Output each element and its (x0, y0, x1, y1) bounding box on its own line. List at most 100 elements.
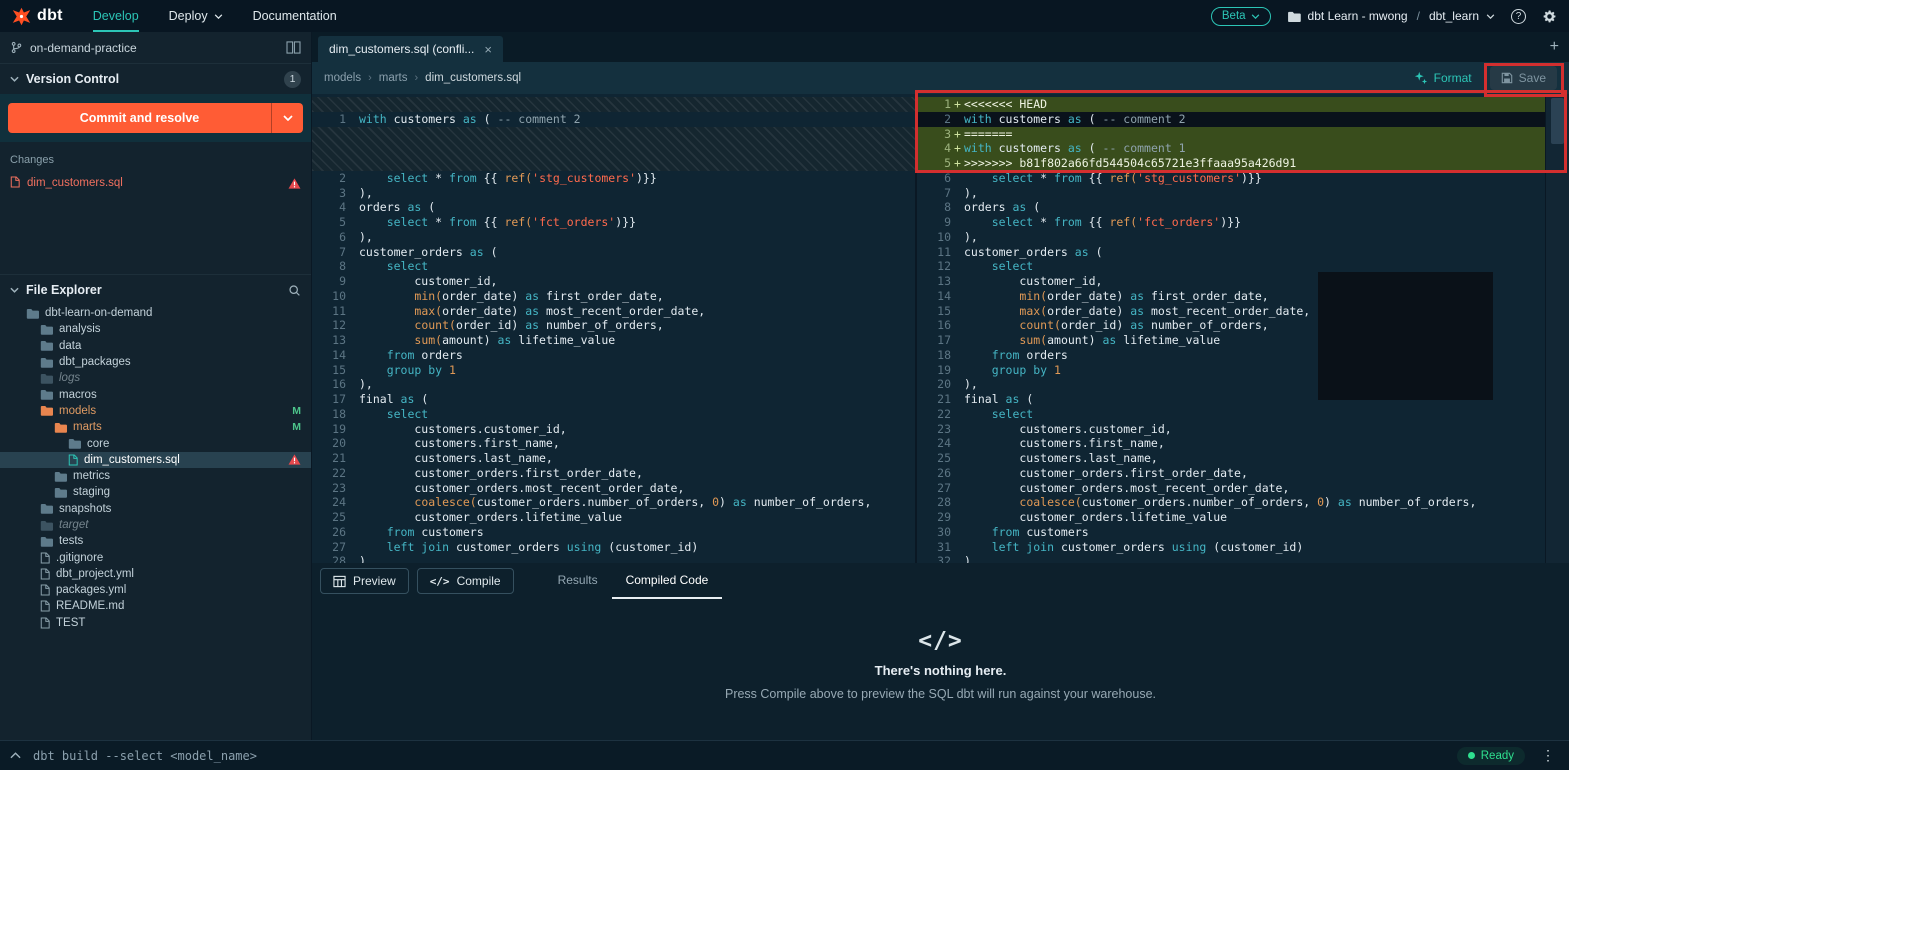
branch-name: on-demand-practice (30, 41, 137, 55)
changed-file[interactable]: dim_customers.sql (0, 172, 311, 194)
nav-develop[interactable]: Develop (93, 0, 139, 32)
conflict-warning-icon (288, 178, 301, 189)
folder-icon (54, 487, 67, 498)
commit-dropdown-caret[interactable] (271, 103, 303, 133)
dbt-logo[interactable]: dbt (12, 0, 63, 32)
project-name: dbt_learn (1429, 9, 1479, 23)
tree-item[interactable]: README.md (0, 598, 311, 614)
kebab-menu-icon[interactable]: ⋮ (1537, 747, 1559, 764)
code-line: 10 min(order_date) as first_order_date, (312, 289, 915, 304)
code-line: 1with customers as ( -- comment 2 (312, 112, 915, 127)
code-editor-left[interactable]: 1with customers as ( -- comment 22 selec… (312, 94, 915, 563)
code-line: 13 sum(amount) as lifetime_value (312, 333, 915, 348)
file-tree: dbt-learn-on-demandanalysisdatadbt_packa… (0, 305, 311, 631)
code-line: 19 customers.customer_id, (312, 422, 915, 437)
modified-badge: M (292, 405, 301, 417)
tree-item[interactable]: tests (0, 533, 311, 549)
code-line: 16), (312, 377, 915, 392)
close-icon[interactable]: × (484, 42, 492, 57)
command-input[interactable]: dbt build --select <model_name> (33, 749, 1445, 763)
tree-item[interactable]: packages.yml (0, 582, 311, 598)
code-line: 5 select * from {{ ref('fct_orders')}} (312, 215, 915, 230)
code-line: 29 customer_orders.lifetime_value (917, 510, 1545, 525)
gear-icon[interactable] (1542, 9, 1557, 24)
tree-item[interactable]: metrics (0, 468, 311, 484)
commit-and-resolve-button[interactable]: Commit and resolve (8, 103, 303, 133)
tree-item[interactable]: modelsM (0, 403, 311, 419)
breadcrumb-item[interactable]: dim_customers.sql (425, 72, 521, 84)
folder-icon (26, 308, 39, 319)
code-icon-large: </> (918, 628, 963, 654)
folder-icon (40, 340, 53, 351)
tree-item[interactable]: snapshots (0, 501, 311, 517)
version-control-header[interactable]: Version Control 1 (0, 64, 311, 94)
sidebar: on-demand-practice Version Control 1 Com… (0, 32, 312, 740)
tree-item[interactable]: macros (0, 386, 311, 402)
tree-item[interactable]: core (0, 435, 311, 451)
code-line: 10), (917, 230, 1545, 245)
breadcrumb-separator: › (368, 72, 372, 84)
code-line: 3+======= (917, 127, 1545, 142)
chevron-up-icon[interactable] (10, 752, 21, 759)
command-bar: dbt build --select <model_name> Ready ⋮ (0, 740, 1569, 770)
code-line: 31 left join customer_orders using (cust… (917, 540, 1545, 555)
nav-documentation[interactable]: Documentation (253, 0, 337, 32)
folder-icon (54, 471, 67, 482)
code-line: 27 left join customer_orders using (cust… (312, 540, 915, 555)
section-title: File Explorer (26, 283, 102, 297)
new-tab-icon[interactable]: + (1550, 38, 1559, 56)
folder-icon (40, 357, 53, 368)
tab-compiled-code[interactable]: Compiled Code (612, 563, 723, 599)
changes-list: dim_customers.sql (0, 172, 311, 194)
code-line: 17final as ( (312, 392, 915, 407)
save-button[interactable]: Save (1490, 66, 1557, 90)
code-line: 9 customer_id, (312, 274, 915, 289)
tree-item[interactable]: .gitignore (0, 549, 311, 565)
editor-tabbar: dim_customers.sql (confli... × + (312, 32, 1569, 62)
nav-deploy[interactable]: Deploy (169, 0, 223, 32)
code-line: 12 count(order_id) as number_of_orders, (312, 318, 915, 333)
git-branch-row[interactable]: on-demand-practice (0, 32, 311, 64)
tree-item[interactable]: logs (0, 370, 311, 386)
file-icon (40, 617, 50, 629)
breadcrumb-separator: / (1417, 9, 1420, 23)
tree-item[interactable]: staging (0, 484, 311, 500)
scrollbar-thumb[interactable] (1551, 98, 1564, 144)
help-icon[interactable]: ? (1511, 9, 1526, 24)
tree-item[interactable]: dim_customers.sql (0, 452, 311, 468)
status-text: Ready (1481, 750, 1514, 762)
split-view-icon[interactable] (286, 41, 301, 54)
tree-item[interactable]: dbt-learn-on-demand (0, 305, 311, 321)
bottom-toolbar: Preview </> Compile ResultsCompiled Code (312, 563, 1569, 599)
tree-item[interactable]: dbt_packages (0, 354, 311, 370)
tree-item[interactable]: TEST (0, 615, 311, 631)
account-project-switcher[interactable]: dbt Learn - mwong / dbt_learn (1287, 9, 1495, 23)
logo-text: dbt (37, 7, 63, 25)
code-line: 32) (917, 554, 1545, 563)
modified-badge: M (292, 421, 301, 433)
save-icon (1501, 72, 1513, 84)
tree-item[interactable]: analysis (0, 321, 311, 337)
code-line: 3), (312, 186, 915, 201)
tree-item[interactable]: dbt_project.yml (0, 566, 311, 582)
chevron-down-icon (10, 287, 19, 293)
compiled-code-empty-state: </> There's nothing here. Press Compile … (312, 599, 1569, 740)
tree-item[interactable]: target (0, 517, 311, 533)
dbt-cloud-ide: dbt Develop Deploy Documentation Beta db… (0, 0, 1569, 770)
breadcrumb-item[interactable]: marts (379, 72, 408, 84)
chevron-down-icon (283, 115, 293, 121)
tab-results[interactable]: Results (544, 563, 612, 599)
search-icon[interactable] (288, 284, 301, 297)
scrollbar-gutter (1545, 94, 1569, 563)
preview-button[interactable]: Preview (320, 568, 409, 594)
compile-button[interactable]: </> Compile (417, 568, 514, 594)
format-button[interactable]: Format (1414, 71, 1472, 85)
file-explorer-header[interactable]: File Explorer (0, 275, 311, 305)
tree-item[interactable]: data (0, 338, 311, 354)
breadcrumb-item[interactable]: models (324, 72, 361, 84)
status-badge: Ready (1457, 747, 1525, 765)
beta-badge[interactable]: Beta (1211, 7, 1271, 26)
code-line: 11customer_orders as ( (917, 245, 1545, 260)
tree-item[interactable]: martsM (0, 419, 311, 435)
editor-tab[interactable]: dim_customers.sql (confli... × (318, 36, 503, 62)
